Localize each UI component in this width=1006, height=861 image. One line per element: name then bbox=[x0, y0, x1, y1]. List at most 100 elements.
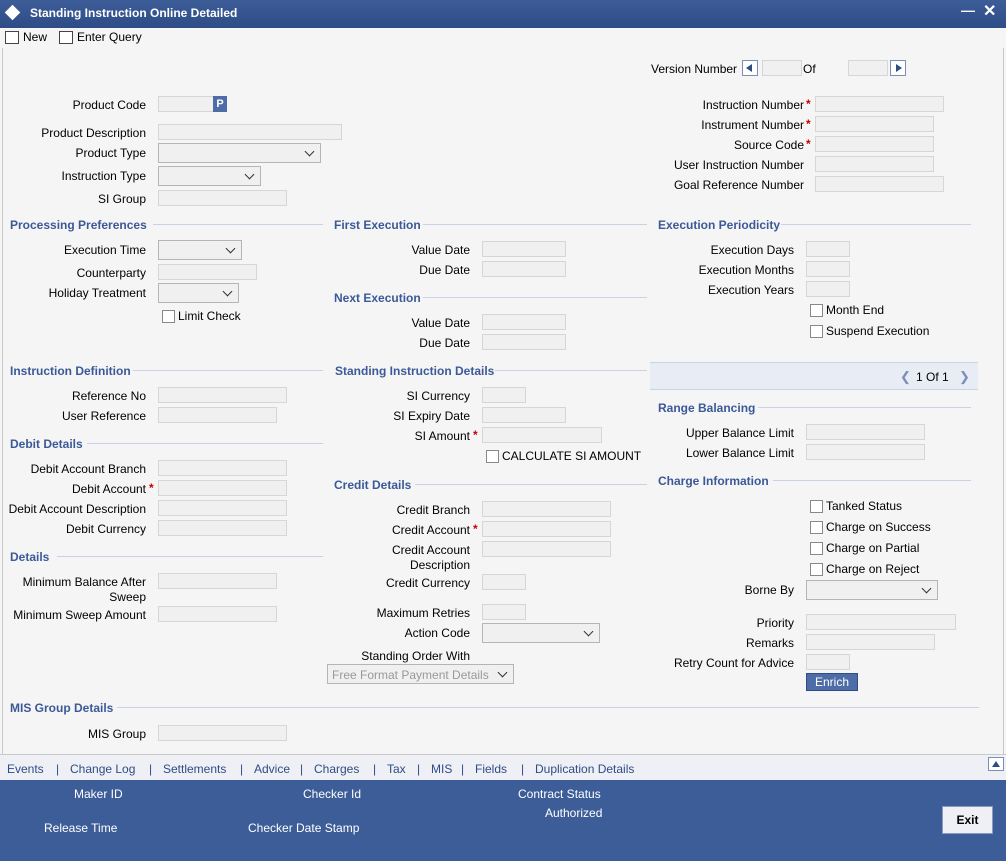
tab-change-log[interactable]: Change Log bbox=[70, 762, 135, 776]
product-code-label: Product Code bbox=[72, 98, 146, 112]
tab-tax[interactable]: Tax bbox=[387, 762, 406, 776]
tab-mis[interactable]: MIS bbox=[431, 762, 452, 776]
new-button[interactable]: New bbox=[5, 28, 47, 46]
debit-account-description-input[interactable] bbox=[158, 500, 287, 516]
tab-events[interactable]: Events bbox=[7, 762, 44, 776]
enter-query-button[interactable]: Enter Query bbox=[59, 28, 142, 46]
charge-on-reject-checkbox[interactable] bbox=[810, 563, 823, 576]
borne-by-select[interactable] bbox=[806, 580, 938, 600]
version-of-label: Of bbox=[803, 62, 816, 76]
version-prev-button[interactable] bbox=[742, 60, 758, 76]
debit-account-branch-input[interactable] bbox=[158, 460, 287, 476]
toolbar: New Enter Query bbox=[0, 28, 1006, 48]
tab-separator: | bbox=[56, 762, 60, 776]
tab-settlements[interactable]: Settlements bbox=[163, 762, 226, 776]
user-instruction-number-input[interactable] bbox=[815, 156, 934, 172]
minimum-balance-label-line2: Sweep bbox=[109, 590, 146, 604]
next-value-date-input[interactable] bbox=[482, 314, 566, 330]
action-code-select[interactable] bbox=[482, 623, 600, 643]
debit-account-input[interactable] bbox=[158, 480, 287, 496]
execution-days-input[interactable] bbox=[806, 241, 850, 257]
si-amount-input[interactable] bbox=[482, 427, 602, 443]
source-code-input[interactable] bbox=[815, 136, 934, 152]
holiday-treatment-select[interactable] bbox=[158, 283, 239, 303]
credit-branch-input[interactable] bbox=[482, 501, 611, 517]
month-end-checkbox[interactable] bbox=[810, 304, 823, 317]
first-due-date-input[interactable] bbox=[482, 261, 566, 277]
mis-group-input[interactable] bbox=[158, 725, 287, 741]
debit-currency-input[interactable] bbox=[158, 520, 287, 536]
calculate-si-amount-checkbox[interactable] bbox=[486, 450, 499, 463]
mis-group-details-heading: MIS Group Details bbox=[10, 701, 114, 715]
credit-currency-input[interactable] bbox=[482, 574, 526, 590]
charge-on-success-checkbox[interactable] bbox=[810, 521, 823, 534]
exit-button[interactable]: Exit bbox=[942, 806, 993, 834]
user-reference-input[interactable] bbox=[158, 407, 277, 423]
execution-days-label: Execution Days bbox=[710, 243, 794, 257]
source-code-label: Source Code bbox=[733, 138, 804, 152]
product-code-lov-button[interactable]: P bbox=[213, 96, 227, 112]
si-group-input[interactable] bbox=[158, 190, 287, 206]
instrument-number-input[interactable] bbox=[815, 116, 934, 132]
version-next-button[interactable] bbox=[890, 60, 906, 76]
maximum-retries-label: Maximum Retries bbox=[376, 606, 470, 620]
instruction-number-input[interactable] bbox=[815, 96, 944, 112]
minimum-sweep-amount-input[interactable] bbox=[158, 606, 277, 622]
remarks-input[interactable] bbox=[806, 634, 935, 650]
suspend-execution-checkbox[interactable] bbox=[810, 325, 823, 338]
minimize-icon[interactable]: — bbox=[961, 2, 975, 18]
first-value-date-input[interactable] bbox=[482, 241, 566, 257]
section-divider bbox=[758, 407, 971, 408]
tab-advice[interactable]: Advice bbox=[254, 762, 290, 776]
collapse-up-icon[interactable] bbox=[988, 757, 1004, 771]
pager-prev-icon[interactable]: ❮ bbox=[900, 369, 911, 385]
close-icon[interactable]: ✕ bbox=[983, 1, 996, 21]
lower-balance-limit-input[interactable] bbox=[806, 444, 925, 460]
charge-on-partial-label: Charge on Partial bbox=[826, 541, 920, 555]
enrich-button[interactable]: Enrich bbox=[806, 673, 858, 691]
version-total-field[interactable] bbox=[848, 60, 888, 76]
tab-charges[interactable]: Charges bbox=[314, 762, 359, 776]
execution-time-select[interactable] bbox=[158, 240, 242, 260]
tab-duplication-details[interactable]: Duplication Details bbox=[535, 762, 634, 776]
tanked-status-checkbox[interactable] bbox=[810, 500, 823, 513]
next-due-date-input[interactable] bbox=[482, 334, 566, 350]
execution-time-label: Execution Time bbox=[63, 243, 146, 257]
instruction-type-select[interactable] bbox=[158, 166, 261, 186]
execution-months-input[interactable] bbox=[806, 261, 850, 277]
standing-order-with-select[interactable]: Free Format Payment Details bbox=[327, 664, 514, 684]
limit-check-checkbox[interactable] bbox=[162, 310, 175, 323]
arrow-right-icon bbox=[896, 64, 902, 72]
version-number-field[interactable] bbox=[762, 60, 802, 76]
goal-reference-number-input[interactable] bbox=[815, 176, 944, 192]
tab-fields[interactable]: Fields bbox=[475, 762, 507, 776]
minimum-balance-input[interactable] bbox=[158, 573, 277, 589]
credit-account-input[interactable] bbox=[482, 521, 611, 537]
counterparty-label: Counterparty bbox=[76, 266, 146, 280]
reference-no-input[interactable] bbox=[158, 387, 287, 403]
required-marker: * bbox=[806, 117, 811, 131]
credit-account-description-label: Credit Account bbox=[391, 543, 470, 557]
credit-currency-label: Credit Currency bbox=[385, 576, 470, 590]
arrow-left-icon bbox=[746, 64, 752, 72]
product-description-input[interactable] bbox=[158, 124, 342, 140]
maximum-retries-input[interactable] bbox=[482, 604, 526, 620]
pager-next-icon[interactable]: ❯ bbox=[959, 369, 970, 385]
charge-on-partial-checkbox[interactable] bbox=[810, 542, 823, 555]
first-due-date-label: Due Date bbox=[419, 263, 470, 277]
counterparty-input[interactable] bbox=[158, 264, 257, 280]
si-expiry-date-input[interactable] bbox=[482, 407, 566, 423]
mis-group-label: MIS Group bbox=[87, 727, 146, 741]
app-diamond-icon bbox=[4, 4, 21, 21]
priority-input[interactable] bbox=[806, 614, 956, 630]
si-currency-input[interactable] bbox=[482, 387, 526, 403]
upper-balance-limit-input[interactable] bbox=[806, 424, 925, 440]
credit-account-description-input[interactable] bbox=[482, 541, 611, 557]
product-code-input[interactable] bbox=[158, 96, 214, 112]
retry-count-input[interactable] bbox=[806, 654, 850, 670]
section-divider bbox=[133, 370, 323, 371]
si-currency-label: SI Currency bbox=[406, 389, 470, 403]
required-marker: * bbox=[149, 481, 154, 495]
product-type-select[interactable] bbox=[158, 143, 321, 163]
execution-years-input[interactable] bbox=[806, 281, 850, 297]
